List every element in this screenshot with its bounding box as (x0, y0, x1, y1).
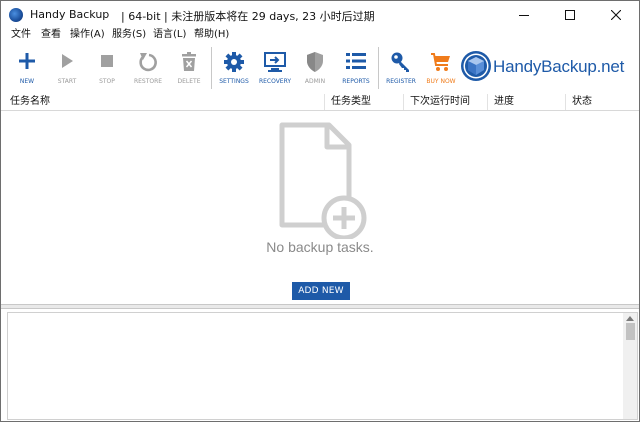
monitor-recovery-icon (264, 52, 286, 72)
reports-label: REPORTS (342, 78, 370, 85)
buy-now-button[interactable]: BUY NOW (419, 43, 463, 93)
restore-button[interactable]: RESTORE (126, 43, 170, 93)
restore-icon (139, 53, 157, 72)
window-title: Handy Backup (30, 8, 110, 21)
restore-label: RESTORE (133, 78, 163, 85)
shield-icon (307, 52, 323, 72)
trash-icon (182, 52, 196, 71)
window-license-info: | 64-bit | 未注册版本将在 29 days, 23 小时后过期 (121, 10, 375, 23)
app-window: Handy Backup | 64-bit | 未注册版本将在 29 days,… (0, 0, 640, 422)
plus-icon (19, 53, 35, 69)
scroll-up-arrow-icon[interactable] (626, 316, 634, 321)
new-button[interactable]: NEW (5, 43, 49, 93)
menu-language[interactable]: 语言(L) (153, 28, 186, 42)
admin-label: ADMIN (304, 78, 326, 85)
delete-button[interactable]: DELETE (167, 43, 211, 93)
handybackup-logo-icon (461, 51, 491, 81)
log-scrollbar[interactable] (623, 313, 637, 419)
close-icon (611, 10, 621, 20)
buy-now-label: BUY NOW (426, 78, 456, 85)
column-next-run[interactable]: 下次运行时间 (403, 94, 470, 110)
log-panel (7, 312, 638, 420)
key-icon (391, 52, 409, 72)
column-progress[interactable]: 进度 (487, 94, 514, 110)
column-task-name[interactable]: 任务名称 (3, 94, 50, 110)
gear-icon (224, 52, 244, 72)
task-table-header: 任务名称 任务类型 下次运行时间 进度 状态 (1, 94, 639, 111)
panel-splitter[interactable] (1, 304, 639, 309)
menu-services[interactable]: 服务(S) (112, 28, 146, 42)
menu-file[interactable]: 文件 (11, 28, 31, 42)
minimize-icon (519, 15, 529, 16)
stop-button[interactable]: STOP (85, 43, 129, 93)
menu-actions[interactable]: 操作(A) (70, 28, 105, 42)
task-list-area: No backup tasks. ADD NEW (1, 111, 639, 304)
empty-state-message: No backup tasks. (266, 239, 374, 255)
column-status[interactable]: 状态 (565, 94, 592, 110)
handybackup-logo-text[interactable]: HandyBackup.net (493, 57, 624, 77)
title-bar: Handy Backup | 64-bit | 未注册版本将在 29 days,… (1, 1, 639, 29)
menu-bar: 文件 查看 操作(A) 服务(S) 语言(L) 帮助(H) (1, 28, 639, 42)
start-label: START (57, 78, 77, 85)
recovery-button[interactable]: RECOVERY (253, 43, 297, 93)
delete-label: DELETE (177, 78, 201, 85)
maximize-icon (565, 10, 575, 20)
new-label: NEW (19, 78, 35, 85)
shopping-cart-icon (431, 53, 450, 71)
list-report-icon (346, 53, 366, 69)
stop-icon (101, 55, 113, 67)
scroll-thumb[interactable] (626, 323, 635, 340)
minimize-button[interactable] (501, 1, 547, 29)
settings-button[interactable]: SETTINGS (212, 43, 256, 93)
menu-view[interactable]: 查看 (41, 28, 61, 42)
close-button[interactable] (593, 1, 639, 29)
play-icon (62, 54, 73, 68)
add-new-button[interactable]: ADD NEW (292, 282, 350, 300)
settings-label: SETTINGS (219, 78, 249, 85)
register-label: REGISTER (386, 78, 416, 85)
app-logo-icon (9, 8, 23, 22)
admin-button[interactable]: ADMIN (293, 43, 337, 93)
recovery-label: RECOVERY (258, 78, 292, 85)
column-task-type[interactable]: 任务类型 (324, 94, 371, 110)
register-button[interactable]: REGISTER (379, 43, 423, 93)
reports-button[interactable]: REPORTS (334, 43, 378, 93)
menu-help[interactable]: 帮助(H) (194, 28, 229, 42)
stop-label: STOP (99, 78, 115, 85)
start-button[interactable]: START (45, 43, 89, 93)
maximize-button[interactable] (547, 1, 593, 29)
add-document-icon (279, 122, 367, 239)
